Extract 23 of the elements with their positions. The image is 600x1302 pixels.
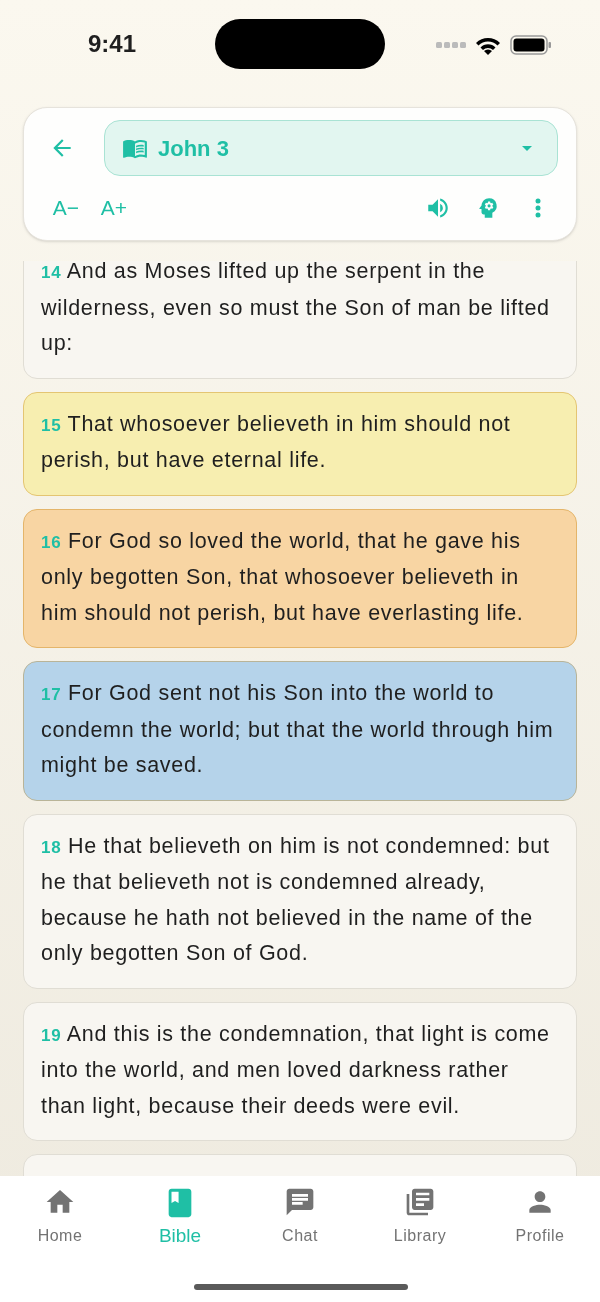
verse-text: 14 And as Moses lifted up the serpent in the wilderness, even so must the Son of man be lifted up: (41, 261, 551, 357)
verse-text: 16 For God so loved the world, that he gave his only begotten Son, that whosoever believeth in him should not perish, but have everlasting life. (41, 527, 525, 627)
tab-item[interactable]: Chat (240, 1186, 360, 1251)
verse-text: 18 He that believeth on him is not condemned: but he that believeth not is condemned already, because he hath not believed in the name of the only begotten Son of God. (41, 832, 551, 967)
verse-text: 17 For God sent not his Son into the world to condemn the world; but that the world through him might be saved. (41, 680, 555, 779)
verse-text: 19 And this is the condemnation, that light is come into the world, and men loved darkness rather than light, because their deeds were evil. (41, 1020, 551, 1120)
signal-icon (436, 42, 466, 48)
books-icon (404, 1186, 436, 1218)
verse-card[interactable]: 18 He that believeth on him is not condemned: but he that believeth not is condemned already, because he hath not believed in the name of the only begotten Son of God. (23, 813, 577, 989)
tab-item[interactable]: Home (0, 1186, 120, 1251)
verse-card[interactable]: 15 That whosoever believeth in him should not perish, but have eternal life. (23, 391, 577, 496)
verse-card[interactable]: 19 And this is the condemnation, that light is come into the world, and men loved darkness rather than light, because their deeds were evil. (23, 1001, 577, 1141)
verse-card[interactable]: 17 For God sent not his Son into the world to condemn the world; but that the world through him might be saved. (23, 661, 577, 801)
verse-text: 15 That whosoever believeth in him should not perish, but have eternal life. (41, 410, 512, 474)
more-icon (535, 198, 541, 218)
wifi-icon (474, 35, 502, 55)
tab-item[interactable]: Profile (480, 1186, 600, 1251)
verse-card[interactable]: 16 For God so loved the world, that he gave his only begotten Son, that whosoever believeth in him should not perish, but have everlasting life. (23, 508, 577, 648)
verse-card[interactable]: 14 And as Moses lifted up the serpent in the wilderness, even so must the Son of man be lifted up: (23, 261, 577, 379)
battery-icon (510, 35, 552, 55)
dropdown-caret-icon (522, 145, 532, 151)
tab-item[interactable]: Library (360, 1186, 480, 1251)
status-time: 9:41 (88, 29, 138, 59)
